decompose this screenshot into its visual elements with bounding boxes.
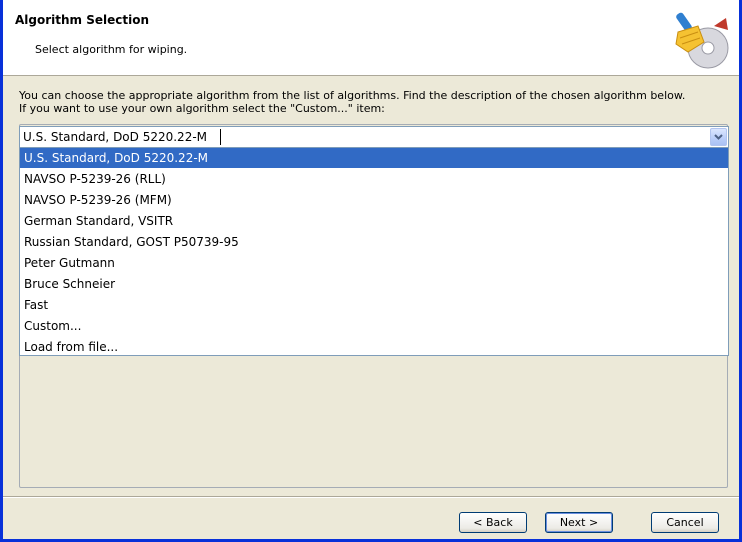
footer-separator — [3, 496, 739, 498]
list-item[interactable]: U.S. Standard, DoD 5220.22-M — [20, 148, 728, 168]
next-button[interactable]: Next > — [545, 512, 613, 533]
algorithm-combobox[interactable]: U.S. Standard, DoD 5220.22-M — [19, 126, 729, 148]
combobox-value: U.S. Standard, DoD 5220.22-M — [23, 130, 208, 144]
list-item[interactable]: Russian Standard, GOST P50739-95 — [20, 232, 728, 252]
dropdown-button[interactable] — [710, 128, 727, 146]
list-item[interactable]: German Standard, VSITR — [20, 211, 728, 231]
algorithm-dropdown-list: U.S. Standard, DoD 5220.22-M NAVSO P-523… — [19, 148, 729, 356]
list-item[interactable]: Peter Gutmann — [20, 253, 728, 273]
back-button[interactable]: < Back — [459, 512, 527, 533]
wipe-brush-icon — [675, 12, 729, 69]
chevron-down-icon — [714, 134, 723, 140]
page-title: Algorithm Selection — [15, 13, 150, 27]
wizard-window: Algorithm Selection Select algorithm for… — [0, 0, 742, 542]
list-item[interactable]: Custom... — [20, 316, 728, 336]
cancel-button[interactable]: Cancel — [651, 512, 719, 533]
list-item[interactable]: NAVSO P-5239-26 (RLL) — [20, 169, 728, 189]
list-item[interactable]: Load from file... — [20, 337, 728, 357]
list-item[interactable]: NAVSO P-5239-26 (MFM) — [20, 190, 728, 210]
list-item[interactable]: Bruce Schneier — [20, 274, 728, 294]
description-text: You can choose the appropriate algorithm… — [19, 89, 731, 115]
text-cursor — [220, 129, 221, 145]
description-line-1: You can choose the appropriate algorithm… — [19, 89, 686, 102]
description-line-2: If you want to use your own algorithm se… — [19, 102, 385, 115]
page-subtitle: Select algorithm for wiping. — [35, 43, 188, 56]
wizard-header: Algorithm Selection Select algorithm for… — [3, 0, 739, 76]
list-item[interactable]: Fast — [20, 295, 728, 315]
